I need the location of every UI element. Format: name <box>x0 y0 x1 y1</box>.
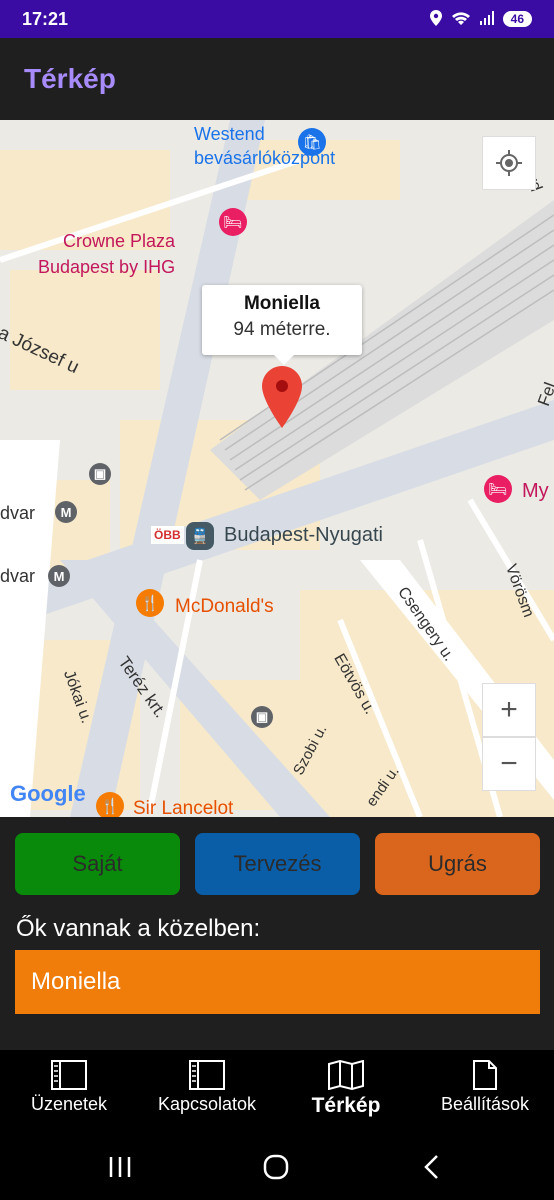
google-logo: Google <box>10 781 86 806</box>
map-icon <box>328 1060 364 1090</box>
plan-button[interactable]: Tervezés <box>195 833 360 895</box>
crowne-plaza-label: Crowne Plaza Budapest by IHG <box>38 231 176 277</box>
nav-label-messages: Üzenetek <box>30 1094 108 1114</box>
info-window-tail <box>274 355 294 365</box>
nav-label-settings: Beállítások <box>440 1094 530 1114</box>
jump-button[interactable]: Ugrás <box>375 833 540 895</box>
messages-icon <box>51 1060 87 1090</box>
zoom-out-button[interactable]: − <box>482 737 536 791</box>
crosshair-icon <box>496 150 522 176</box>
location-pin-icon[interactable] <box>262 366 302 433</box>
back-button[interactable] <box>412 1150 452 1184</box>
back-icon <box>424 1155 438 1179</box>
status-icons: 46 <box>429 9 532 29</box>
metro-icon[interactable]: M <box>55 501 77 523</box>
contacts-icon <box>189 1060 225 1090</box>
obb-logo: ÖBB <box>151 526 184 544</box>
wifi-icon <box>451 10 471 29</box>
nav-item-contacts[interactable]: Kapcsolatok <box>142 1060 272 1115</box>
list-item[interactable]: Moniella <box>15 950 540 1014</box>
bus-stop-icon[interactable]: ▣ <box>89 463 111 485</box>
my-hotel-label: My <box>522 480 549 502</box>
train-station-icon[interactable]: 🚆 <box>186 522 214 550</box>
settings-document-icon <box>473 1060 497 1090</box>
app-bar: Térkép <box>0 38 554 120</box>
nav-item-settings[interactable]: Beállítások <box>420 1060 550 1115</box>
metro-icon-2[interactable]: M <box>48 565 70 587</box>
nav-label-map: Térkép <box>311 1094 381 1117</box>
lancelot-label: Sir Lancelot <box>133 798 234 817</box>
dvar-label-1: dvar <box>0 503 36 523</box>
own-button[interactable]: Saját <box>15 833 180 895</box>
zoom-in-button[interactable]: + <box>482 683 536 737</box>
status-time: 17:21 <box>22 8 69 29</box>
nav-label-contacts: Kapcsolatok <box>157 1094 257 1114</box>
shopping-bag-icon[interactable]: 🛍 <box>298 128 326 156</box>
location-icon <box>429 9 443 29</box>
status-bar: 17:21 46 <box>0 0 554 38</box>
home-icon <box>263 1154 289 1180</box>
hotel-icon[interactable]: 🛏 <box>219 208 247 236</box>
nearby-title: Ők vannak a közelben: <box>16 915 261 942</box>
bus-stop-icon-2[interactable]: ▣ <box>251 706 273 728</box>
dvar-label-2: dvar <box>0 566 36 586</box>
mcdonalds-label: McDonald's <box>175 596 274 617</box>
action-panel: Saját Tervezés Ugrás Ők vannak a közelbe… <box>0 817 554 1050</box>
signal-icon <box>479 10 495 29</box>
marker-info-window[interactable]: Moniella 94 méterre. <box>202 285 362 365</box>
nav-item-messages[interactable]: Üzenetek <box>4 1060 134 1115</box>
restaurant-icon[interactable]: 🍴 <box>136 589 164 617</box>
map-view[interactable]: Westend bevásárlóközpont 🛍 Crowne Plaza … <box>0 120 554 817</box>
hotel-icon-2[interactable]: 🛏 <box>484 475 512 503</box>
restaurant-icon-2[interactable]: 🍴 <box>96 792 124 817</box>
recent-apps-icon <box>109 1157 131 1177</box>
system-navigation-bar <box>0 1134 554 1200</box>
nav-item-map[interactable]: Térkép <box>281 1060 411 1118</box>
info-window-distance: 94 méterre. <box>233 319 331 340</box>
station-label: Budapest-Nyugati <box>224 524 383 546</box>
recent-apps-button[interactable] <box>100 1150 140 1184</box>
battery-indicator: 46 <box>502 11 532 27</box>
bottom-nav: Üzenetek Kapcsolatok Térkép Beállítások <box>0 1050 554 1134</box>
page-title: Térkép <box>24 63 116 94</box>
info-window-title: Moniella <box>243 293 320 314</box>
home-button[interactable] <box>256 1150 296 1184</box>
my-location-button[interactable] <box>482 136 536 190</box>
